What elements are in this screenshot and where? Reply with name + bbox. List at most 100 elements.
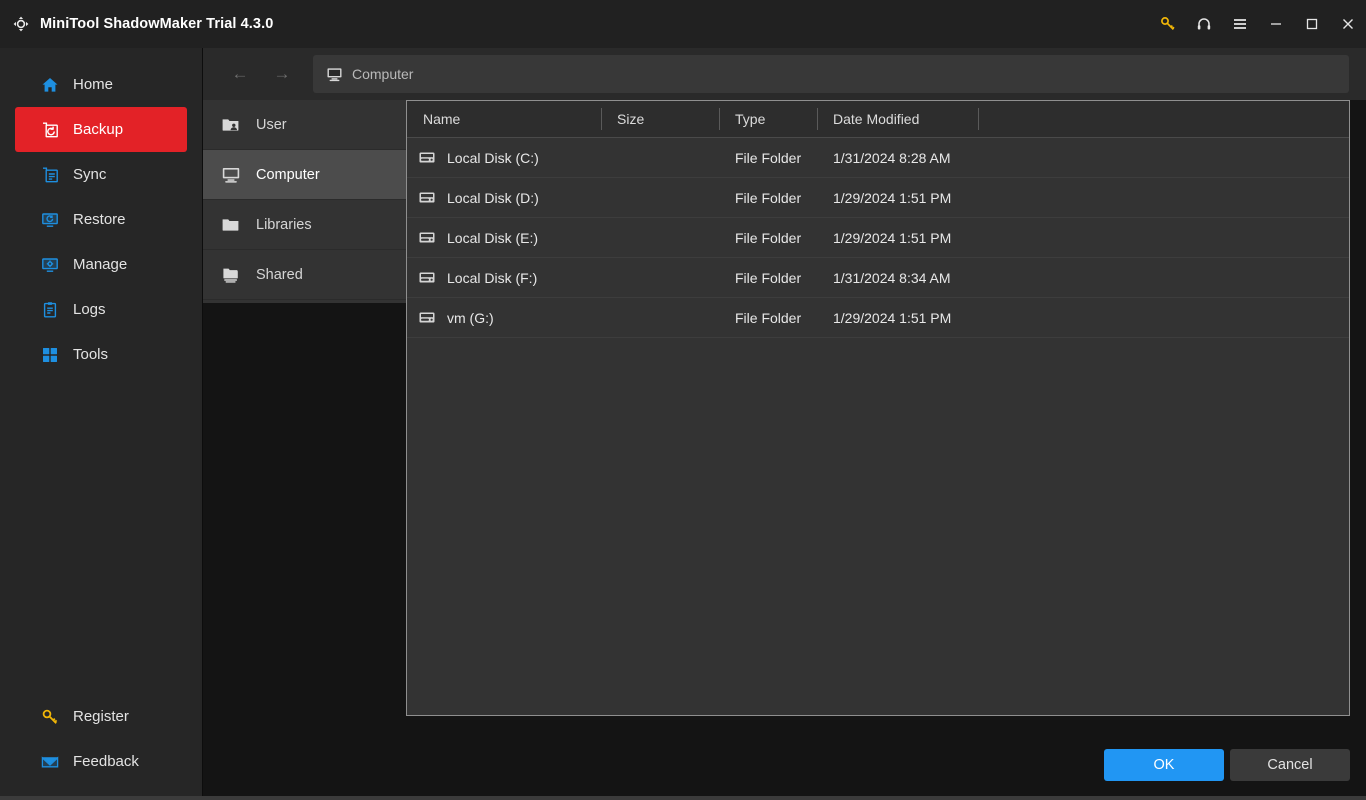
headset-icon[interactable] [1186, 0, 1222, 48]
sidebar-item-logs[interactable]: Logs [15, 287, 187, 332]
maximize-icon[interactable] [1294, 0, 1330, 48]
manage-icon [40, 255, 60, 275]
row-date-cell: 1/29/2024 1:51 PM [817, 218, 978, 257]
file-name: Local Disk (C:) [447, 150, 539, 166]
row-date-cell: 1/29/2024 1:51 PM [817, 298, 978, 337]
shadowmaker-logo-icon [10, 13, 32, 35]
tree-item-label: Libraries [256, 217, 312, 233]
drive-icon [418, 152, 435, 164]
tree-item-label: User [256, 117, 287, 133]
shared-folder-icon [220, 264, 242, 286]
file-name: vm (G:) [447, 310, 494, 326]
row-type-cell: File Folder [719, 298, 817, 337]
file-name: Local Disk (F:) [447, 270, 537, 286]
body-row: Home Backup [0, 48, 1366, 800]
tools-icon [40, 345, 60, 365]
row-type-cell: File Folder [719, 178, 817, 217]
tree-item-user[interactable]: User [203, 100, 406, 150]
sidebar-item-home[interactable]: Home [15, 62, 187, 107]
sidebar-item-label: Tools [73, 346, 108, 363]
key-icon [40, 707, 60, 727]
application-window: MiniTool ShadowMaker Trial 4.3.0 [0, 0, 1366, 800]
envelope-icon [40, 752, 60, 772]
file-name: Local Disk (D:) [447, 190, 539, 206]
sidebar-item-label: Backup [73, 121, 123, 138]
column-header-date-modified[interactable]: Date Modified [817, 101, 978, 137]
row-size-cell [601, 138, 719, 177]
row-name-cell: Local Disk (C:) [407, 138, 601, 177]
tree-column: User Computer [203, 100, 406, 730]
sidebar-item-label: Restore [73, 211, 126, 228]
main-panel: ← → Computer [203, 48, 1366, 800]
row-date-cell: 1/29/2024 1:51 PM [817, 178, 978, 217]
sidebar-item-label: Logs [73, 301, 106, 318]
sidebar-item-feedback[interactable]: Feedback [15, 739, 187, 784]
sidebar-item-label: Register [73, 708, 129, 725]
row-date-cell: 1/31/2024 8:34 AM [817, 258, 978, 297]
sidebar-item-sync[interactable]: Sync [15, 152, 187, 197]
restore-icon [40, 210, 60, 230]
ok-button[interactable]: OK [1104, 749, 1224, 781]
column-header-name[interactable]: Name [407, 101, 601, 137]
row-size-cell [601, 258, 719, 297]
tree-item-computer[interactable]: Computer [203, 150, 406, 200]
back-button[interactable]: ← [219, 53, 261, 95]
row-size-cell [601, 178, 719, 217]
path-input[interactable]: Computer [313, 55, 1349, 93]
sidebar-bottom-group: Register Feedback [0, 694, 202, 800]
row-name-cell: Local Disk (F:) [407, 258, 601, 297]
tree-item-label: Shared [256, 267, 303, 283]
file-list-wrapper: Name Size Type Date Modified [406, 100, 1350, 730]
window-bottom-strip [0, 796, 1366, 800]
browser-panes: User Computer [203, 100, 1366, 730]
row-name-cell: vm (G:) [407, 298, 601, 337]
minimize-icon[interactable] [1258, 0, 1294, 48]
folder-icon [220, 214, 242, 236]
sidebar-spacer [0, 377, 202, 694]
tree-item-libraries[interactable]: Libraries [203, 200, 406, 250]
computer-icon [325, 65, 343, 83]
row-type-cell: File Folder [719, 138, 817, 177]
drive-icon [418, 312, 435, 324]
column-header-size[interactable]: Size [601, 101, 719, 137]
drive-icon [418, 192, 435, 204]
sidebar-item-label: Manage [73, 256, 127, 273]
sidebar-item-register[interactable]: Register [15, 694, 187, 739]
sidebar-item-manage[interactable]: Manage [15, 242, 187, 287]
path-toolbar: ← → Computer [203, 48, 1366, 100]
tree-item-shared[interactable]: Shared [203, 250, 406, 300]
table-row[interactable]: Local Disk (F:) File Folder 1/31/2024 8:… [407, 258, 1349, 298]
sidebar-item-label: Sync [73, 166, 106, 183]
user-folder-icon [220, 114, 242, 136]
row-date-cell: 1/31/2024 8:28 AM [817, 138, 978, 177]
backup-icon [40, 120, 60, 140]
sidebar: Home Backup [0, 48, 203, 800]
sidebar-item-backup[interactable]: Backup [15, 107, 187, 152]
table-row[interactable]: Local Disk (E:) File Folder 1/29/2024 1:… [407, 218, 1349, 258]
sidebar-item-label: Feedback [73, 753, 139, 770]
table-row[interactable]: Local Disk (C:) File Folder 1/31/2024 8:… [407, 138, 1349, 178]
close-icon[interactable] [1330, 0, 1366, 48]
row-name-cell: Local Disk (D:) [407, 178, 601, 217]
forward-button[interactable]: → [261, 53, 303, 95]
sync-icon [40, 165, 60, 185]
column-header-type[interactable]: Type [719, 101, 817, 137]
row-type-cell: File Folder [719, 218, 817, 257]
key-icon[interactable] [1150, 0, 1186, 48]
logs-icon [40, 300, 60, 320]
hamburger-menu-icon[interactable] [1222, 0, 1258, 48]
title-bar: MiniTool ShadowMaker Trial 4.3.0 [0, 0, 1366, 48]
file-list-body: Local Disk (C:) File Folder 1/31/2024 8:… [407, 138, 1349, 715]
file-list: Name Size Type Date Modified [406, 100, 1350, 716]
home-icon [40, 75, 60, 95]
row-name-cell: Local Disk (E:) [407, 218, 601, 257]
window-controls [1150, 0, 1366, 48]
table-row[interactable]: vm (G:) File Folder 1/29/2024 1:51 PM [407, 298, 1349, 338]
cancel-button[interactable]: Cancel [1230, 749, 1350, 781]
table-row[interactable]: Local Disk (D:) File Folder 1/29/2024 1:… [407, 178, 1349, 218]
sidebar-item-tools[interactable]: Tools [15, 332, 187, 377]
column-header-end [978, 101, 1349, 137]
sidebar-item-restore[interactable]: Restore [15, 197, 187, 242]
file-name: Local Disk (E:) [447, 230, 538, 246]
drive-icon [418, 272, 435, 284]
